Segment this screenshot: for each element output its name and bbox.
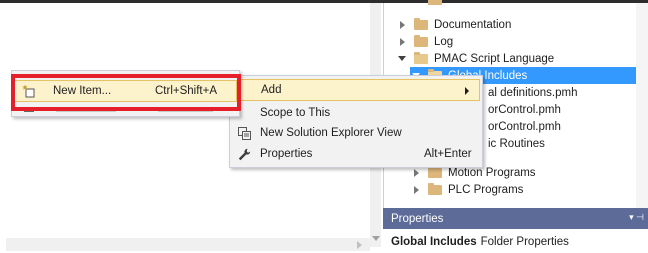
submenu-arrow-icon [465,87,469,95]
menu-item-label: Add [261,84,282,96]
tree-item-file[interactable]: al definitions.pmh [488,84,578,101]
context-menu: Add Scope to This New Solution Explorer … [229,75,483,168]
scroll-right-icon[interactable] [357,241,362,249]
menu-item-shortcut: Ctrl+Shift+A [155,85,217,97]
menu-item-properties[interactable]: Properties Alt+Enter [232,144,480,164]
tree-item-file[interactable]: orControl.pmh [488,118,561,135]
menu-item-shortcut-clipped [158,110,213,112]
tree-item-file[interactable]: orControl.pmh [488,101,561,118]
pin-icon[interactable]: ▾ ⊣ [629,212,644,223]
tree-item-pmac-script-language[interactable]: PMAC Script Language [396,50,554,67]
clipped-row [428,0,508,5]
tree-item-label: PLC Programs [448,183,524,196]
properties-subject-name: Global Includes [391,236,477,248]
menu-item-new-solution-explorer-view[interactable]: New Solution Explorer View [232,123,480,143]
tree-item-label: Log [434,35,454,48]
properties-subject-type: Folder Properties [480,236,569,248]
menu-item-label: New Solution Explorer View [260,127,402,139]
tree-item-folder[interactable]: ic Routines [488,135,545,152]
new-item-icon [21,83,37,99]
folder-icon [428,165,442,178]
menu-item-scope-to-this[interactable]: Scope to This [232,103,480,123]
new-view-icon [236,125,252,141]
scroll-down-icon[interactable] [372,236,380,241]
menu-item-label: Properties [260,148,313,160]
add-submenu: New Item... Ctrl+Shift+A [11,70,240,117]
folder-icon [414,34,428,47]
tree-item-plc-programs[interactable]: PLC Programs [410,181,523,198]
tree-item-label: ic Routines [488,137,545,150]
properties-panel: Properties ▾ ⊣ Global Includes Folder Pr… [383,208,648,253]
folder-open-icon [414,51,428,64]
tree-item-label: Documentation [434,18,512,31]
folder-icon [428,0,442,5]
expand-arrow-icon[interactable] [410,184,422,196]
menu-item-shortcut: Alt+Enter [424,148,472,160]
tree-item-label: al definitions.pmh [488,86,578,99]
menu-item-new-item[interactable]: New Item... Ctrl+Shift+A [14,80,237,102]
tree-item-label: orControl.pmh [488,103,561,116]
menu-item-label: New Item... [53,85,112,97]
collapse-arrow-icon[interactable] [396,53,408,65]
solution-explorer-scrollbar[interactable] [636,3,648,208]
tree-item-label: orControl.pmh [488,120,561,133]
expand-arrow-icon[interactable] [396,36,408,48]
editor-horizontal-scrollbar[interactable] [6,238,370,251]
tree-item-log[interactable]: Log [396,33,453,50]
folder-icon [428,182,442,195]
properties-subject: Global Includes Folder Properties [383,233,648,251]
menu-item-label: Scope to This [260,107,331,119]
expand-arrow-icon[interactable] [396,19,408,31]
properties-title: Properties [391,212,444,225]
properties-header: Properties ▾ ⊣ [383,208,648,229]
tree-item-label: Motion Programs [448,166,536,179]
tree-item-documentation[interactable]: Documentation [396,16,511,33]
folder-icon [414,17,428,30]
wrench-icon [236,146,252,162]
tree-item-label: PMAC Script Language [434,52,555,65]
menu-item-existing-item-clipped[interactable] [18,107,228,115]
expand-arrow-icon[interactable] [410,167,422,179]
menu-item-add[interactable]: Add [232,79,480,101]
existing-item-icon [24,109,34,112]
menu-item-label-clipped [56,110,116,112]
